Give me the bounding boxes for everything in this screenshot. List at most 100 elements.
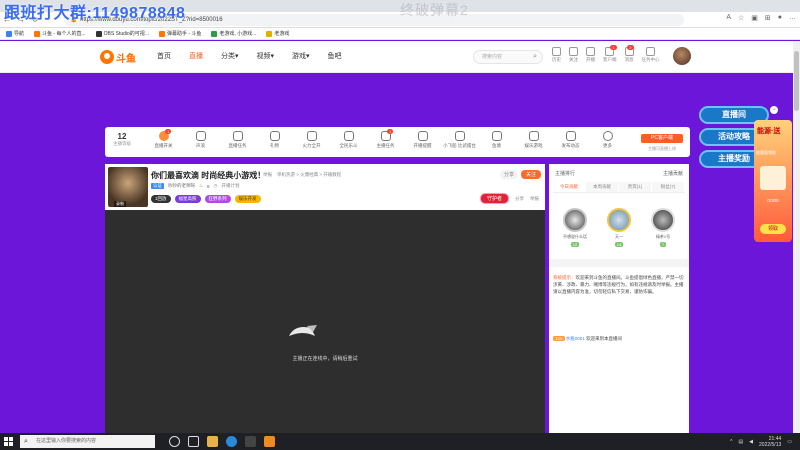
category-breadcrumb[interactable]: 单机热游 > 火爆经典 > 开箱教程 [277, 172, 341, 178]
site-logo[interactable]: 斗鱼 [100, 49, 136, 65]
room-top-actions: 分享 关注 [499, 170, 541, 179]
cortana-icon[interactable] [169, 436, 180, 447]
share-link[interactable]: 分享 [515, 196, 524, 202]
anchor-info: 认证 吵吵的老师呀 ♨ 8 ◷ 开播计划 [151, 183, 240, 189]
rank-item[interactable]: 绿茶1号 7 [643, 208, 683, 247]
client-download-button[interactable]: 1 客户端 [603, 45, 617, 63]
favorite-icon[interactable]: ☆ [738, 14, 744, 22]
pc-client-button[interactable]: PC客户端 [641, 134, 683, 143]
toolbar-live-switch[interactable]: 1 直播开关 [145, 129, 182, 149]
panel-tabs: 今日贡献 本周贡献 贵宾(1) 粉丝(7) [553, 182, 685, 193]
profile-icon[interactable]: ● [778, 14, 782, 22]
nav-live[interactable]: 直播 [189, 51, 203, 61]
soundwave-icon [195, 131, 206, 141]
search-icon[interactable]: ⌕ [533, 51, 537, 63]
obs-icon[interactable] [245, 436, 256, 447]
user-toolbar: 历史 关注 开播 1 客户端 2 消息 任务中心 [552, 45, 660, 63]
menu-icon[interactable]: … [789, 14, 796, 22]
panel-rank-title[interactable]: 主播排行 [555, 170, 575, 177]
nav-home[interactable]: 首页 [157, 51, 171, 61]
bookmark-item[interactable]: 弹幕助手 - 斗鱼 [158, 30, 201, 37]
toolbar-gift[interactable]: 礼物 [256, 131, 293, 149]
task-view-icon[interactable] [188, 436, 199, 447]
tray-up-icon[interactable]: ^ [730, 439, 732, 445]
badge-pill[interactable]: 福星高照 [174, 195, 201, 203]
bookmark-item[interactable]: 斗鱼 - 每个人的直... [34, 30, 86, 37]
search-input[interactable]: 搜索内容 ⌕ [473, 50, 543, 64]
stream-overlay-title: 跟班打大群:1149878848 [4, 5, 186, 22]
collections-icon[interactable]: ⊞ [765, 14, 771, 22]
avatar [651, 208, 675, 232]
toolbar-live-reminder[interactable]: 开播提醒 [404, 131, 441, 149]
history-button[interactable]: 历史 [552, 47, 561, 63]
taskbar-search-input[interactable]: ⌕ 在这里输入你要搜索的内容 [20, 435, 155, 448]
badge-pill[interactable]: 狂野系列 [204, 195, 231, 203]
follow-button[interactable]: 关注 [520, 170, 541, 179]
share-button[interactable]: 分享 [499, 170, 518, 179]
report-button[interactable]: 举报 [530, 196, 539, 202]
player-message: 主播正在连线中，请稍后重试 [292, 356, 358, 362]
avatar [563, 208, 587, 232]
edge-icon[interactable] [226, 436, 237, 447]
toolbar-anchor-task[interactable]: 1 主播任务 [367, 129, 404, 149]
user-avatar[interactable] [673, 47, 691, 65]
tab-fans[interactable]: 粉丝(7) [652, 182, 684, 192]
toolbar-fishpond[interactable]: 鱼塘 [478, 131, 515, 149]
nav-video[interactable]: 视频▾ [257, 51, 275, 61]
toolbar-more[interactable]: 更多 [589, 131, 626, 149]
toolbar-live-task[interactable]: 直播任务 [219, 131, 256, 149]
close-icon[interactable]: − [770, 106, 778, 114]
nav-games[interactable]: 游戏▾ [292, 51, 310, 61]
douyu-app-icon[interactable] [264, 436, 275, 447]
start-live-button[interactable]: 开播 [586, 47, 595, 63]
windows-start-icon[interactable] [0, 433, 16, 450]
toolbar-battle[interactable]: 全民乐斗 [330, 131, 367, 149]
promo-banner[interactable]: 能源·送 能量值领取 0/300 领取 [754, 120, 792, 242]
video-player[interactable]: 主播正在连线中，请稍后重试 [105, 210, 545, 434]
rank-item[interactable]: 天一 14 [599, 208, 639, 247]
follow-list-button[interactable]: 关注 [569, 47, 578, 63]
nav-fishbar[interactable]: 鱼吧 [328, 51, 342, 61]
bookmark-item[interactable]: 老游戏 [266, 30, 289, 37]
badge-pill[interactable]: 娱乐开发 [234, 195, 261, 203]
extensions-icon[interactable]: ▣ [751, 14, 758, 22]
avatar [607, 208, 631, 232]
address-actions: A ☆ ▣ ⊞ ● … [726, 14, 796, 22]
bookmark-item[interactable]: 老游戏, 小游戏... [211, 30, 256, 37]
toolbar-soundwave[interactable]: 声浪 [182, 131, 219, 149]
task-center-button[interactable]: 任务中心 [642, 47, 660, 63]
toolbar-firepower[interactable]: 火力全开 [293, 131, 330, 149]
rank-item[interactable]: 不想说什么话 12 [555, 208, 595, 247]
scroll-thumb[interactable] [794, 51, 799, 111]
room-avatar[interactable]: 录制 [108, 167, 148, 207]
toolbar-games[interactable]: 娱乐游戏 [515, 131, 552, 149]
bookmark-item[interactable]: 导航 [6, 30, 24, 37]
guardian-button[interactable]: 守护者 [479, 193, 509, 204]
tab-week[interactable]: 本周贡献 [586, 182, 618, 192]
anchor-level[interactable]: 12 主播等级 [111, 132, 133, 147]
read-aloud-icon[interactable]: A [726, 14, 731, 22]
toolbar-post[interactable]: 发布动态 [552, 131, 589, 149]
toolbar-spaceship[interactable]: 小飞船 比武擂台 [441, 131, 478, 149]
bookmark-item[interactable]: OBS Studio的可视... [95, 30, 149, 37]
messages-button[interactable]: 2 消息 [624, 45, 634, 63]
promo-claim-button[interactable]: 领取 [760, 224, 786, 234]
volume-icon[interactable]: ◀ [749, 439, 753, 445]
tab-vip[interactable]: 贵宾(1) [619, 182, 651, 192]
notification-icon[interactable]: ▭ [787, 439, 792, 445]
report-link[interactable]: 举报 [263, 172, 272, 178]
nav-category[interactable]: 分类▾ [221, 51, 239, 61]
main-nav: 首页 直播 分类▾ 视频▾ 游戏▾ 鱼吧 [157, 51, 342, 61]
room-meta: 举报 单机热游 > 火爆经典 > 开箱教程 [263, 172, 341, 178]
live-schedule[interactable]: 开播计划 [222, 183, 240, 189]
panel-contribution-link[interactable]: 主播贡献 [663, 170, 683, 177]
page-scrollbar[interactable] [793, 41, 800, 435]
clock[interactable]: 21:44 2022/5/13 [759, 436, 781, 448]
fishpond-icon [491, 131, 502, 141]
anchor-name[interactable]: 吵吵的老师呀 [168, 183, 195, 189]
network-icon[interactable]: ▤ [738, 439, 743, 445]
file-explorer-icon[interactable] [207, 436, 218, 447]
badge-pill[interactable]: 1回放 [151, 195, 171, 203]
pc-client-sub: 主播可直播上线 [648, 146, 676, 151]
tab-today[interactable]: 今日贡献 [553, 182, 585, 192]
